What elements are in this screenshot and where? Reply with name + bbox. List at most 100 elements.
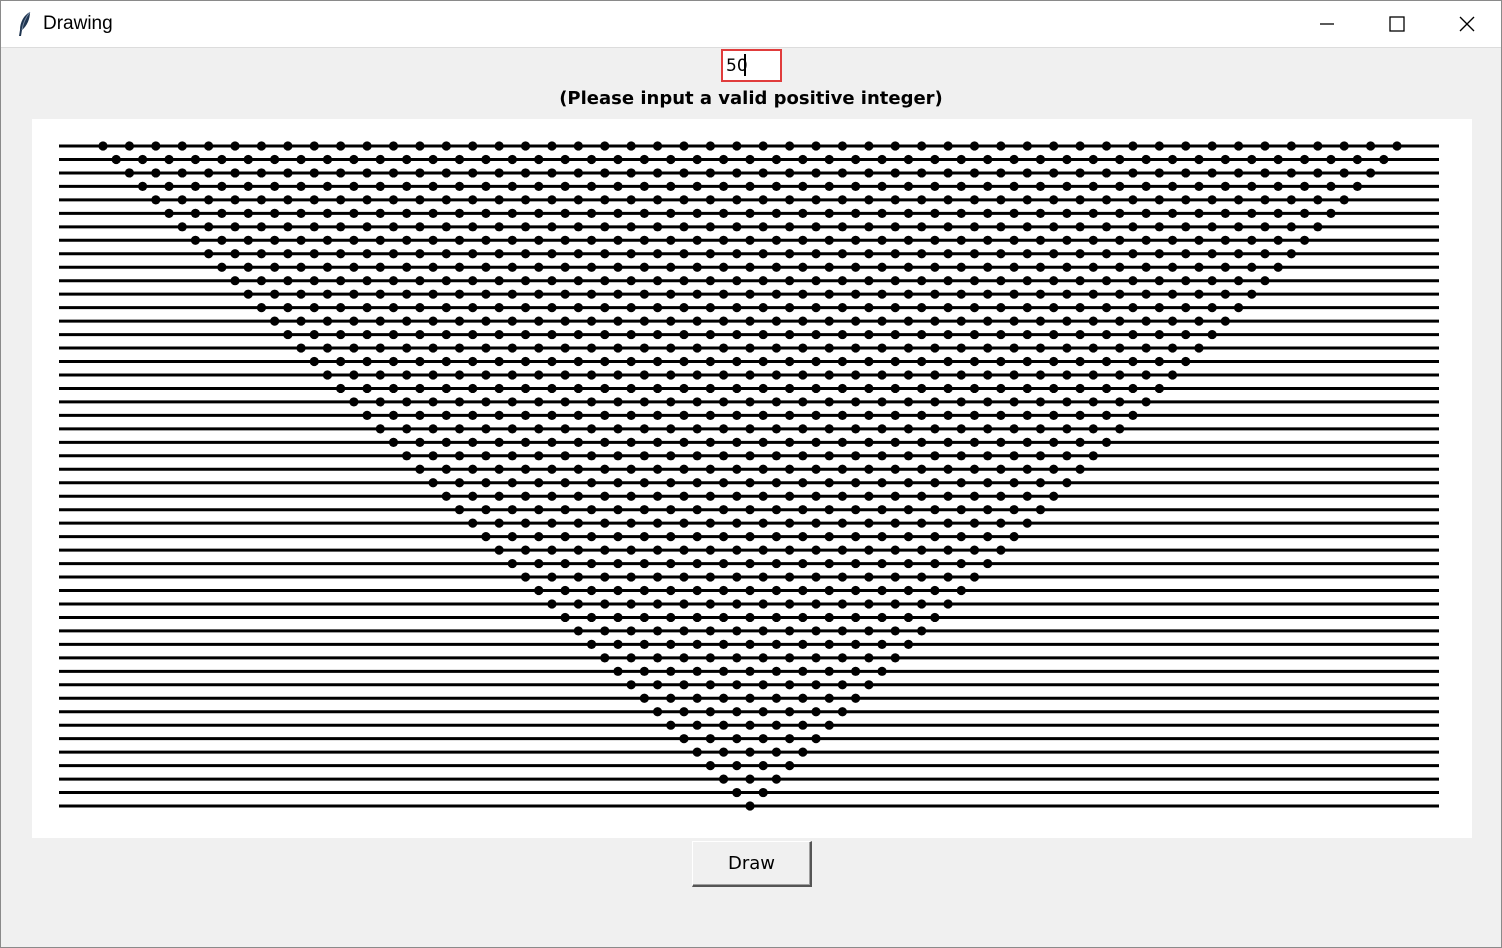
node — [917, 572, 927, 582]
node — [679, 410, 689, 420]
node — [468, 437, 478, 447]
maximize-button[interactable] — [1362, 1, 1432, 47]
node — [1194, 289, 1204, 299]
node — [732, 680, 742, 690]
node — [1128, 168, 1138, 178]
node — [864, 491, 874, 501]
node — [639, 154, 649, 165]
node — [692, 235, 702, 245]
node — [441, 141, 451, 151]
node — [1075, 222, 1085, 232]
node — [890, 410, 900, 420]
node — [349, 181, 359, 192]
node — [692, 478, 702, 488]
node — [243, 208, 253, 218]
node — [851, 558, 861, 569]
node — [718, 558, 729, 569]
node — [428, 289, 438, 299]
node — [639, 370, 649, 380]
draw-button[interactable]: Draw — [692, 841, 812, 887]
node — [573, 168, 583, 178]
title-bar[interactable]: Drawing — [1, 1, 1501, 48]
node — [534, 585, 544, 596]
node — [481, 154, 491, 165]
node — [903, 612, 914, 623]
node — [639, 558, 649, 569]
node — [996, 383, 1006, 394]
close-button[interactable] — [1432, 1, 1502, 47]
node — [402, 181, 412, 192]
node — [996, 518, 1006, 528]
node — [692, 693, 702, 703]
node — [283, 303, 293, 313]
node — [375, 424, 385, 434]
node — [890, 356, 900, 367]
node — [1009, 397, 1019, 407]
node — [785, 437, 795, 447]
node — [573, 437, 583, 447]
node — [745, 774, 755, 784]
node — [837, 680, 848, 690]
number-input[interactable] — [721, 49, 782, 82]
node — [771, 235, 782, 245]
node — [296, 262, 306, 272]
node — [1181, 222, 1191, 232]
node — [375, 370, 385, 380]
node — [679, 680, 689, 690]
node — [428, 424, 438, 434]
node — [520, 168, 531, 178]
node — [428, 154, 438, 165]
feather-icon — [15, 11, 35, 37]
node — [811, 383, 821, 394]
node — [613, 289, 623, 299]
node — [454, 505, 465, 515]
node — [1326, 181, 1336, 192]
drawing-canvas[interactable] — [32, 119, 1472, 838]
node — [626, 572, 636, 582]
node — [1247, 154, 1257, 165]
node — [256, 141, 267, 151]
node — [520, 410, 531, 420]
node — [811, 249, 821, 259]
node — [441, 410, 451, 420]
node — [600, 276, 610, 286]
node — [890, 545, 900, 555]
node — [1339, 195, 1349, 205]
node — [481, 262, 491, 272]
node — [758, 249, 768, 259]
node — [520, 249, 531, 259]
node — [785, 626, 795, 636]
node — [1233, 303, 1244, 313]
node — [666, 154, 676, 165]
node — [718, 451, 729, 461]
node — [1101, 437, 1112, 447]
node — [1313, 168, 1323, 178]
node — [481, 478, 491, 488]
node — [983, 289, 993, 299]
node — [1115, 424, 1125, 434]
node — [151, 168, 161, 178]
node — [639, 478, 649, 488]
minimize-button[interactable] — [1292, 1, 1362, 47]
node — [718, 397, 729, 407]
node — [573, 222, 583, 232]
node — [507, 370, 517, 380]
node — [1022, 329, 1032, 340]
node — [745, 208, 755, 218]
node — [639, 289, 649, 299]
node — [336, 141, 346, 151]
node — [1035, 208, 1046, 218]
node — [1207, 276, 1217, 286]
node — [864, 141, 874, 151]
node — [547, 249, 557, 259]
app-window: Drawing (Please input a valid positive i… — [0, 0, 1502, 948]
node — [837, 491, 848, 501]
node — [534, 289, 544, 299]
node — [1299, 181, 1310, 192]
node — [402, 208, 412, 218]
node — [811, 572, 821, 582]
node — [692, 532, 702, 542]
node — [547, 518, 557, 528]
node — [322, 181, 333, 192]
node — [771, 451, 782, 461]
